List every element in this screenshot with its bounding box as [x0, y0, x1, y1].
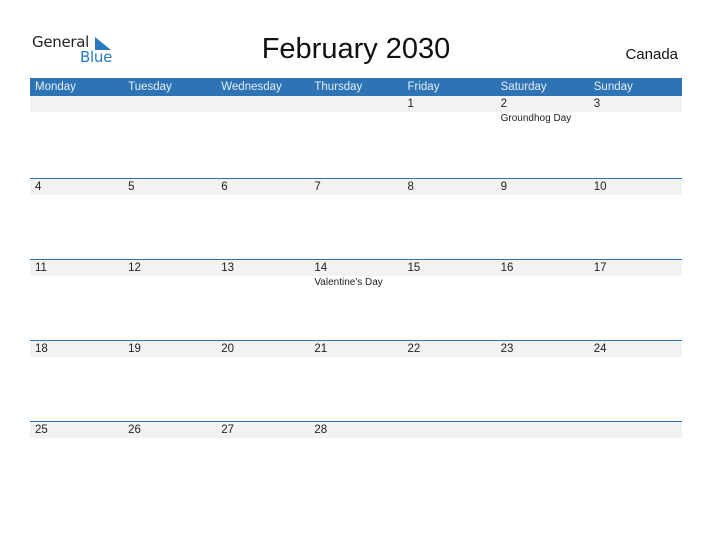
weekday-friday: Friday	[407, 81, 440, 93]
holiday-label	[216, 276, 309, 290]
day-number	[309, 96, 402, 112]
holiday-label	[123, 112, 216, 126]
day-number-band: 4 5 6 7 8 9 10	[30, 179, 682, 195]
day-number: 10	[593, 181, 607, 193]
week-row: 11 12 13 14 15 16 17 Valentine's Day	[30, 259, 682, 340]
holiday-label: Groundhog Day	[500, 113, 572, 124]
day-number: 18	[35, 343, 48, 355]
day-number: 17	[593, 262, 607, 274]
day-number: 9	[500, 181, 508, 193]
holiday-label	[30, 276, 123, 290]
weeks-container: 1 2 3 Groundhog Day 4 5 6 7 8 9 10 11 12 13 14 15 16 17 Va…	[30, 96, 682, 502]
events-row: Valentine's Day	[30, 276, 682, 290]
country-label: Canada	[625, 46, 678, 63]
day-number: 24	[593, 343, 607, 355]
day-number: 23	[500, 343, 514, 355]
holiday-label	[123, 276, 216, 290]
weekday-saturday: Saturday	[500, 81, 547, 93]
day-number: 8	[407, 181, 414, 193]
weekday-sunday: Sunday	[593, 81, 633, 93]
page-title: February 2030	[261, 33, 451, 65]
weekday-header: Monday Tuesday Wednesday Thursday Friday…	[30, 78, 682, 96]
day-number: 16	[500, 262, 514, 274]
day-number: 12	[128, 262, 141, 274]
holiday-label	[589, 276, 682, 290]
day-number: 4	[35, 181, 42, 193]
day-number: 19	[128, 343, 141, 355]
holiday-label	[589, 112, 682, 126]
day-number	[403, 422, 496, 438]
day-number: 6	[221, 181, 228, 193]
week-row: 25 26 27 28	[30, 421, 682, 502]
calendar-grid: Monday Tuesday Wednesday Thursday Friday…	[30, 78, 682, 502]
day-number	[123, 96, 216, 112]
day-number: 22	[407, 343, 421, 355]
day-number: 7	[314, 181, 321, 193]
day-number: 27	[221, 424, 235, 436]
day-number	[496, 422, 589, 438]
day-number: 26	[128, 424, 141, 436]
weekday-monday: Monday	[35, 81, 76, 93]
day-number: 1	[407, 98, 414, 110]
day-number	[589, 422, 682, 438]
week-row: 4 5 6 7 8 9 10	[30, 178, 682, 259]
holiday-label: Valentine's Day	[314, 277, 383, 288]
holiday-label	[309, 112, 402, 126]
weekday-tuesday: Tuesday	[128, 81, 172, 93]
day-number: 13	[221, 262, 235, 274]
day-number-band: 18 19 20 21 22 23 24	[30, 341, 682, 357]
holiday-label	[30, 112, 123, 126]
day-number: 5	[128, 181, 135, 193]
day-number: 3	[593, 98, 601, 110]
day-number-band: 25 26 27 28	[30, 422, 682, 438]
day-number: 11	[35, 262, 47, 274]
day-number: 14	[314, 262, 328, 274]
day-number: 15	[407, 262, 421, 274]
day-number-band: 1 2 3	[30, 96, 682, 112]
holiday-label	[496, 276, 589, 290]
day-number	[216, 96, 309, 112]
holiday-label	[403, 276, 496, 290]
day-number: 28	[314, 424, 328, 436]
day-number: 20	[221, 343, 235, 355]
events-row: Groundhog Day	[30, 112, 682, 126]
day-number-band: 11 12 13 14 15 16 17	[30, 260, 682, 276]
weekday-wednesday: Wednesday	[221, 81, 282, 93]
day-number: 2	[500, 98, 508, 110]
holiday-label	[403, 112, 496, 126]
day-number	[30, 96, 123, 112]
holiday-label	[216, 112, 309, 126]
weekday-thursday: Thursday	[314, 81, 363, 93]
week-row: 1 2 3 Groundhog Day	[30, 96, 682, 178]
day-number: 25	[35, 424, 48, 436]
week-row: 18 19 20 21 22 23 24	[30, 340, 682, 421]
day-number: 21	[314, 343, 328, 355]
